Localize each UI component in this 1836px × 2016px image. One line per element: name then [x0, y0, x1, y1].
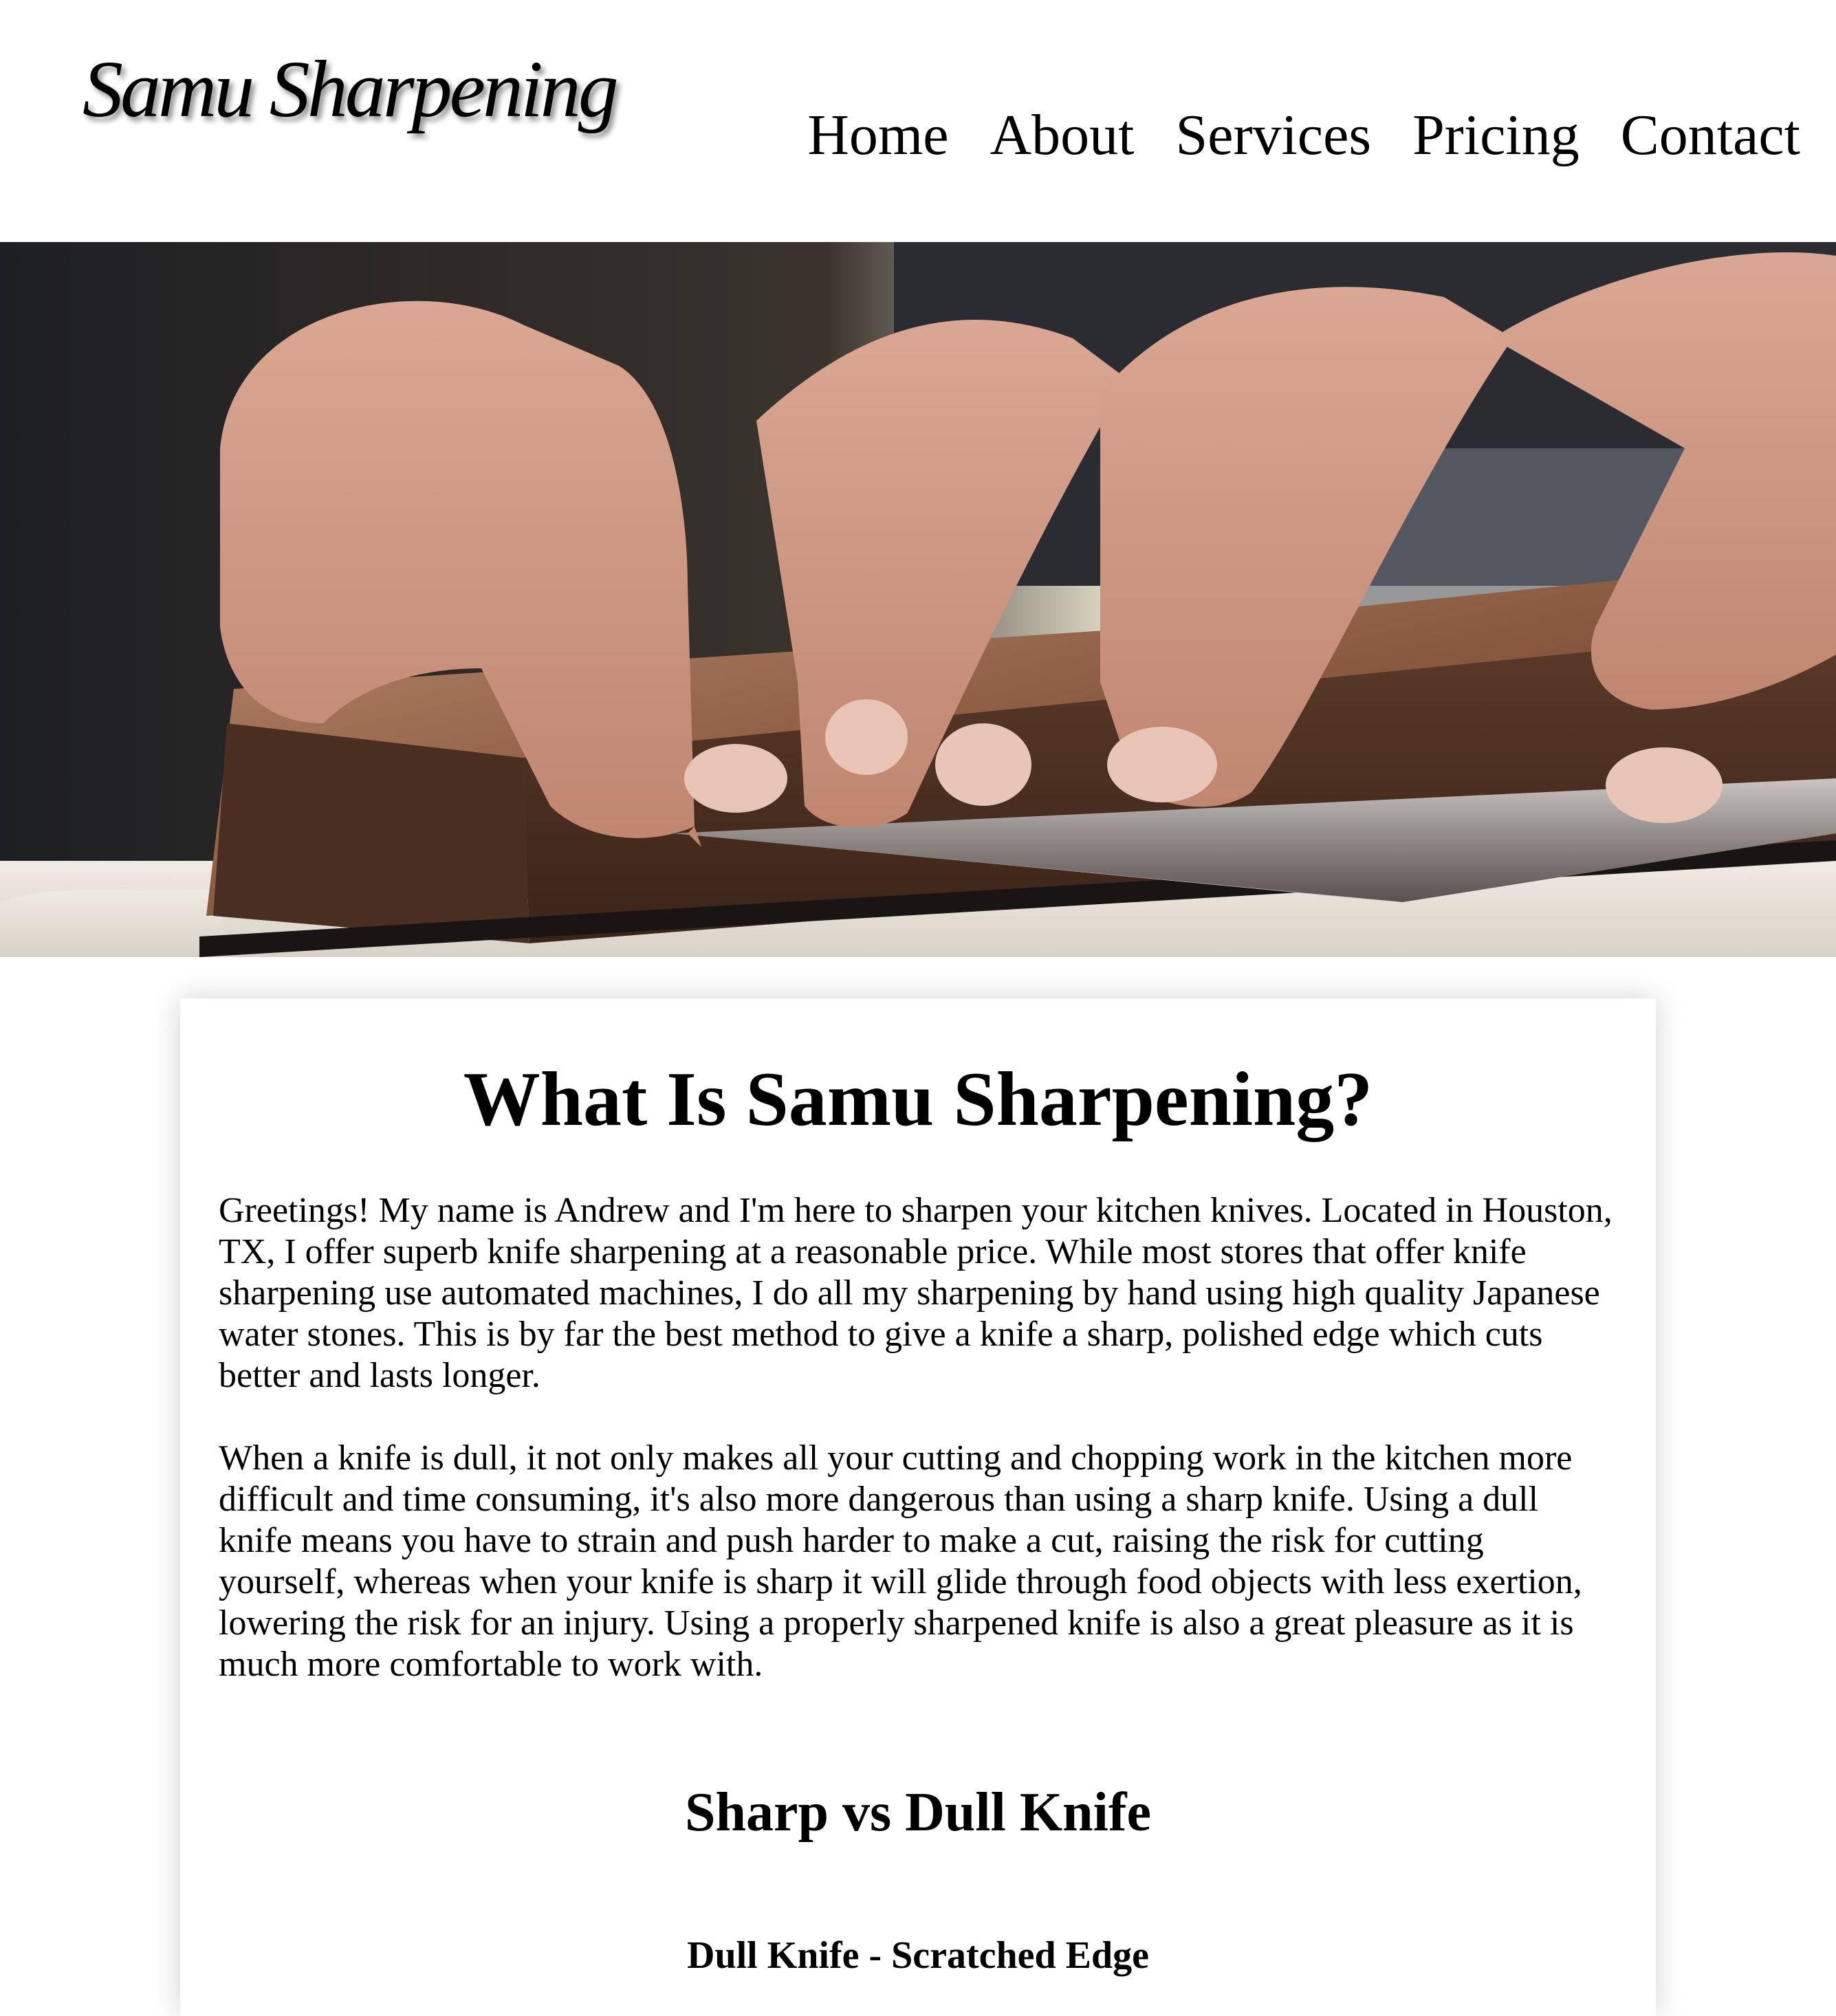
nav-about[interactable]: About — [969, 102, 1155, 168]
nav-contact[interactable]: Contact — [1600, 102, 1800, 168]
intro-paragraph: Greetings! My name is Andrew and I'm her… — [219, 1191, 1613, 1396]
content-card: What Is Samu Sharpening? Greetings! My n… — [180, 998, 1656, 2016]
nav-pricing[interactable]: Pricing — [1392, 102, 1600, 168]
main-nav: Home About Services Pricing Contact — [787, 102, 1800, 168]
hero-image — [0, 242, 1836, 957]
nav-services[interactable]: Services — [1155, 102, 1392, 168]
page-title: What Is Samu Sharpening? — [463, 1057, 1373, 1142]
hero-illustration — [0, 242, 1836, 957]
site-header: Samu Sharpening Home About Services Pric… — [0, 0, 1836, 242]
subsection-title: Dull Knife - Scratched Edge — [687, 1934, 1149, 1977]
nav-home[interactable]: Home — [787, 102, 969, 168]
dull-knife-paragraph: When a knife is dull, it not only makes … — [219, 1438, 1582, 1685]
section-title: Sharp vs Dull Knife — [685, 1782, 1151, 1843]
site-logo[interactable]: Samu Sharpening — [83, 43, 619, 136]
